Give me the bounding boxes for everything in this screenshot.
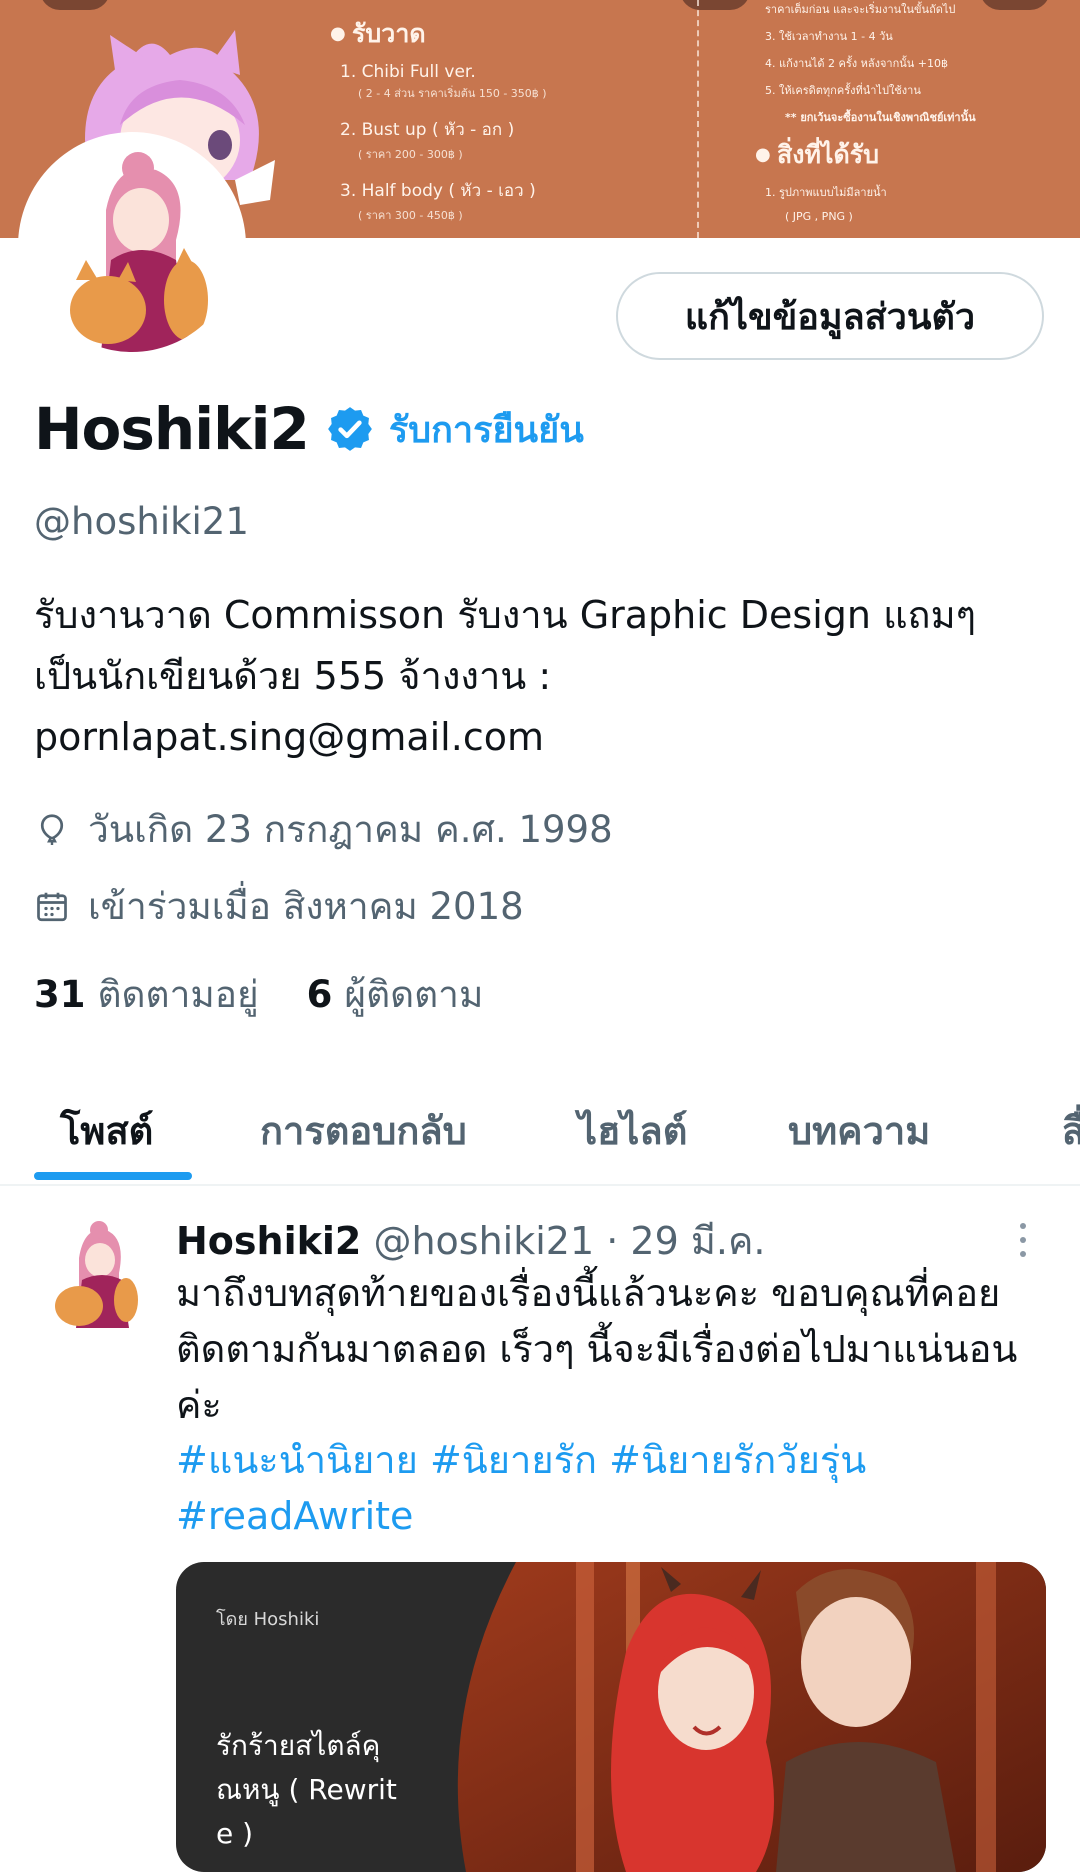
following-stat[interactable]: 31 ติดตามอยู่ bbox=[34, 965, 259, 1024]
banner-heading: สิ่งที่ได้รับ bbox=[755, 135, 976, 175]
follow-stats: 31 ติดตามอยู่ 6 ผู้ติดตาม bbox=[34, 965, 531, 1024]
get-verified-link[interactable]: รับการยืนยัน bbox=[389, 401, 584, 458]
followers-label: ผู้ติดตาม bbox=[344, 973, 484, 1016]
banner-item-price: ( ราคา 300 - 450฿ ) bbox=[358, 209, 463, 222]
post-separator: · bbox=[606, 1219, 619, 1263]
banner-rule: ** ยกเว้นจะซื้องานในเชิงพาณิชย์เท่านั้น bbox=[785, 111, 976, 124]
banner-item: 3. Half body ( หัว - เอว ) bbox=[340, 181, 536, 201]
banner-rule: 3. ใช้เวลาทำงาน 1 - 4 วัน bbox=[765, 30, 893, 43]
card-author: โดย Hoshiki bbox=[216, 1609, 320, 1630]
post-author-handle[interactable]: @hoshiki21 bbox=[373, 1219, 594, 1263]
banner-item: 2. Bust up ( หัว - อก ) bbox=[340, 120, 515, 140]
banner-rule: 5. ให้เครดิตทุกครั้งที่นำไปใช้งาน bbox=[765, 84, 921, 97]
tab-highlights[interactable]: ไฮไลต์ bbox=[578, 1100, 687, 1161]
post-author-name[interactable]: Hoshiki2 bbox=[176, 1219, 361, 1263]
banner-decoration bbox=[680, 0, 750, 10]
followers-stat[interactable]: 6 ผู้ติดตาม bbox=[307, 965, 484, 1024]
banner-price-list: รับวาด 1. Chibi Full ver. ( 2 - 4 ส่วน ร… bbox=[330, 10, 547, 238]
tab-replies[interactable]: การตอบกลับ bbox=[260, 1100, 467, 1161]
followers-count: 6 bbox=[306, 973, 333, 1016]
card-title: รักร้ายสไตล์คุณหนู ( Rewrite ) bbox=[216, 1729, 397, 1850]
profile-avatar[interactable] bbox=[26, 140, 238, 352]
profile-tabs: โพสต์ การตอบกลับ ไฮไลต์ บทความ สื่อ bbox=[0, 1080, 1080, 1186]
active-tab-indicator bbox=[34, 1172, 192, 1180]
banner-decoration bbox=[40, 0, 110, 10]
banner-item-price: ( ราคา 200 - 300฿ ) bbox=[358, 148, 463, 161]
profile-name-row: Hoshiki2 รับการยืนยัน bbox=[34, 395, 584, 463]
joined-row: เข้าร่วมเมื่อ สิงหาคม 2018 bbox=[34, 877, 524, 936]
card-cover-art bbox=[457, 1562, 1046, 1872]
banner-rule: 1. รูปภาพแบบไม่มีลายน้ำ bbox=[765, 186, 887, 199]
post-author-avatar[interactable] bbox=[44, 1218, 144, 1328]
following-label: ติดตามอยู่ bbox=[97, 973, 259, 1016]
banner-divider bbox=[697, 0, 699, 238]
banner-heading: รับวาด bbox=[330, 14, 547, 54]
post-header: Hoshiki2 @hoshiki21 · 29 มี.ค. bbox=[176, 1210, 765, 1271]
banner-item-price: ( 2 - 4 ส่วน ราคาเริ่มต้น 150 - 350฿ ) bbox=[358, 87, 547, 100]
verified-badge-icon[interactable] bbox=[325, 404, 375, 454]
profile-name: Hoshiki2 bbox=[34, 395, 310, 463]
balloon-icon bbox=[40, 813, 64, 845]
banner-item: 1. Chibi Full ver. bbox=[340, 62, 476, 82]
post-text: มาถึงบทสุดท้ายของเรื่องนี้แล้วนะคะ ขอบคุ… bbox=[176, 1271, 1018, 1427]
joined-text: เข้าร่วมเมื่อ สิงหาคม 2018 bbox=[88, 885, 524, 928]
edit-profile-button[interactable]: แก้ไขข้อมูลส่วนตัว bbox=[616, 272, 1044, 360]
more-options-icon[interactable] bbox=[1010, 1218, 1036, 1262]
birthday-text: วันเกิด 23 กรกฎาคม ค.ศ. 1998 bbox=[88, 808, 613, 851]
tab-posts[interactable]: โพสต์ bbox=[60, 1100, 153, 1161]
profile-handle: @hoshiki21 bbox=[34, 500, 249, 543]
birthday-row: วันเกิด 23 กรกฎาคม ค.ศ. 1998 bbox=[34, 800, 613, 859]
tab-media[interactable]: สื่อ bbox=[1062, 1100, 1080, 1161]
avatar-image bbox=[26, 140, 238, 352]
banner-rules: ราคาเต็มก่อน และจะเริ่มงานในขั้นถัดไป 3.… bbox=[755, 0, 976, 232]
tab-articles[interactable]: บทความ bbox=[788, 1100, 930, 1161]
banner-rule: ( JPG , PNG ) bbox=[785, 210, 853, 223]
banner-decoration bbox=[980, 0, 1050, 10]
banner-rule: 4. แก้งานได้ 2 ครั้ง หลังจากนั้น +10฿ bbox=[765, 57, 949, 70]
post-hashtags[interactable]: #แนะนำนิยาย #นิยายรัก #นิยายรักวัยรุ่น #… bbox=[176, 1432, 1036, 1544]
post-media-card[interactable]: โดย Hoshiki รักร้ายสไตล์คุณหนู ( Rewrite… bbox=[176, 1562, 1046, 1872]
calendar-icon bbox=[37, 892, 67, 921]
profile-bio: รับงานวาด Commisson รับงาน Graphic Desig… bbox=[34, 593, 977, 759]
banner-rule: ราคาเต็มก่อน และจะเริ่มงานในขั้นถัดไป bbox=[765, 3, 956, 16]
post-date[interactable]: 29 มี.ค. bbox=[630, 1219, 765, 1263]
following-count: 31 bbox=[34, 973, 86, 1016]
